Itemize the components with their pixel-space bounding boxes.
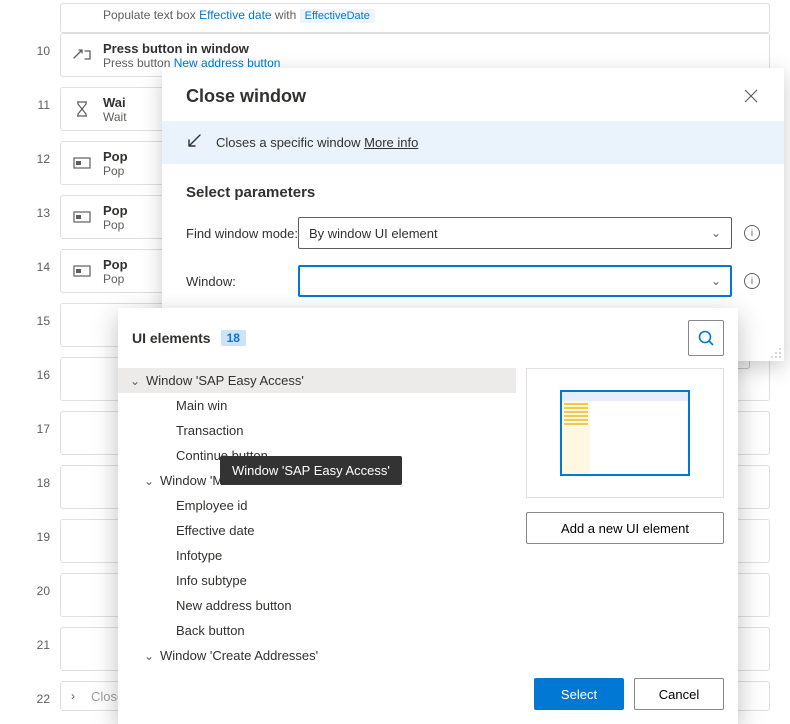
modal-title: Close window: [186, 86, 306, 107]
find-mode-select[interactable]: By window UI element ⌄: [298, 217, 732, 249]
textbox-icon: [71, 206, 93, 228]
ui-elements-popover: UI elements 18 ⌄Window 'SAP Easy Access'…: [118, 308, 738, 724]
window-select[interactable]: ⌄: [298, 265, 732, 297]
step-number: 14: [0, 246, 60, 274]
step-number: 12: [0, 138, 60, 166]
step-number: 20: [0, 570, 60, 598]
flow-subtitle: Populate text box Effective date with Ef…: [103, 8, 375, 22]
select-button[interactable]: Select: [534, 678, 624, 710]
close-icon[interactable]: [744, 89, 760, 105]
search-button[interactable]: [688, 320, 724, 356]
tree-item[interactable]: Employee id: [118, 493, 516, 518]
ui-elements-tree[interactable]: ⌄Window 'SAP Easy Access' Main win Trans…: [118, 368, 516, 668]
find-mode-label: Find window mode:: [186, 226, 298, 241]
flow-subtitle: Wait: [103, 110, 127, 124]
textbox-icon: [71, 260, 93, 282]
tree-label: Effective date: [172, 523, 255, 538]
step-number: 11: [0, 84, 60, 112]
tree-label: Employee id: [172, 498, 248, 513]
section-heading: Select parameters: [186, 184, 760, 201]
flow-title: Pop: [103, 149, 128, 164]
info-icon[interactable]: i: [744, 273, 760, 289]
resize-handle-icon[interactable]: [770, 347, 782, 359]
flow-subtitle: Pop: [103, 218, 128, 232]
chevron-down-icon: ⌄: [142, 474, 156, 488]
tree-item[interactable]: Main win: [118, 393, 516, 418]
flow-card[interactable]: Populate text box Effective date with Ef…: [60, 3, 770, 33]
step-number: 22: [0, 678, 60, 706]
tree-item[interactable]: Infotype: [118, 543, 516, 568]
add-ui-element-button[interactable]: Add a new UI element: [526, 512, 724, 544]
step-number: 18: [0, 462, 60, 490]
chevron-down-icon: ⌄: [128, 374, 142, 388]
tree-item[interactable]: Continue button: [118, 443, 516, 468]
search-icon: [697, 329, 715, 347]
preview-thumbnail: [560, 390, 690, 476]
find-mode-value: By window UI element: [309, 226, 438, 241]
popover-title: UI elements: [132, 330, 211, 346]
info-icon[interactable]: i: [744, 225, 760, 241]
chevron-down-icon: ⌄: [711, 226, 721, 240]
tree-label: Continue button: [172, 448, 268, 463]
step-number: 21: [0, 624, 60, 652]
tree-item[interactable]: Effective date: [118, 518, 516, 543]
tree-item[interactable]: New address button: [118, 593, 516, 618]
step-number: 13: [0, 192, 60, 220]
flow-subtitle: Pop: [103, 164, 128, 178]
step-number: 19: [0, 516, 60, 544]
step-number: 16: [0, 354, 60, 382]
info-banner: Closes a specific window More info: [162, 121, 784, 164]
chevron-down-icon: ⌄: [142, 649, 156, 663]
tree-label: Back button: [172, 623, 245, 638]
tree-label: Info subtype: [172, 573, 247, 588]
tree-item[interactable]: Transaction: [118, 418, 516, 443]
tree-group[interactable]: ⌄Window 'SAP Easy Access': [118, 368, 516, 393]
hourglass-icon: [71, 98, 93, 120]
step-number: 10: [0, 30, 60, 58]
flow-title: Pop: [103, 257, 128, 272]
info-text: Closes a specific window More info: [216, 135, 418, 150]
textbox-icon: [71, 152, 93, 174]
tree-label: Main win: [172, 398, 227, 413]
cursor-icon: [71, 44, 93, 66]
flow-title: Wai: [103, 95, 127, 110]
tree-label: Window 'Maintain HR Master Data': [156, 473, 361, 488]
step-number: 17: [0, 408, 60, 436]
tree-label: Window 'Create Addresses': [156, 648, 318, 663]
tree-label: New address button: [172, 598, 292, 613]
flow-subtitle: Pop: [103, 272, 128, 286]
tree-label: Window 'SAP Easy Access': [142, 373, 304, 388]
chevron-down-icon: ⌄: [711, 274, 721, 288]
popover-count: 18: [221, 330, 246, 346]
step-number: 15: [0, 300, 60, 328]
cancel-button[interactable]: Cancel: [634, 678, 724, 710]
tree-item[interactable]: Info subtype: [118, 568, 516, 593]
step-number: [0, 0, 60, 14]
window-label: Window:: [186, 274, 298, 289]
flow-title: Press button in window: [103, 41, 280, 56]
tree-group[interactable]: ⌄Window 'Maintain HR Master Data': [118, 468, 516, 493]
flow-title: Pop: [103, 203, 128, 218]
tree-item[interactable]: Back button: [118, 618, 516, 643]
chevron-right-icon: ›: [71, 689, 85, 703]
preview-box: [526, 368, 724, 498]
arrow-down-left-icon: [186, 133, 202, 152]
tree-group[interactable]: ⌄Window 'Create Addresses': [118, 643, 516, 668]
tree-label: Transaction: [172, 423, 243, 438]
more-info-link[interactable]: More info: [364, 135, 418, 150]
tree-label: Infotype: [172, 548, 222, 563]
